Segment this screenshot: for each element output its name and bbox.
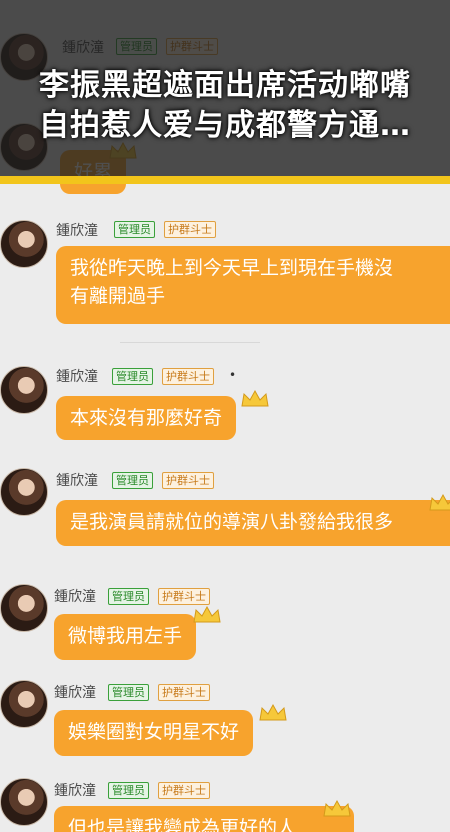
dot: •	[229, 368, 237, 382]
message-bubble: 但也是讓我變成為更好的人	[54, 806, 354, 832]
chat-screen: 鍾欣潼 管理员 护群斗士 好累 李振黑超遮面出席活动嘟嘴 自拍惹人爱与成都警方通…	[0, 0, 450, 832]
message-bubble: 是我演員請就位的導演八卦發給我很多	[56, 500, 450, 546]
avatar[interactable]	[0, 778, 48, 826]
message-text-line: 我從昨天晚上到今天早上到現在手機沒	[70, 257, 394, 279]
fan-badge: 护群斗士	[158, 588, 210, 605]
admin-badge: 管理员	[114, 221, 155, 238]
message-bubble: 我從昨天晚上到今天早上到現在手機沒 有離開過手	[56, 246, 450, 324]
headline-line-2: 自拍惹人爱与成都警方通…	[39, 108, 411, 143]
sender-name: 鍾欣潼	[56, 473, 98, 489]
message-text-line: 有離開過手	[70, 285, 166, 307]
fan-badge: 护群斗士	[158, 684, 210, 701]
fan-badge: 护群斗士	[158, 782, 210, 799]
headline-accent-bar	[0, 176, 450, 184]
message-bubble: 娛樂圈對女明星不好	[54, 710, 254, 756]
avatar[interactable]	[0, 468, 48, 516]
sender-name: 鍾欣潼	[56, 223, 98, 239]
avatar[interactable]	[0, 366, 48, 414]
divider	[120, 342, 260, 343]
sender-name: 鍾欣潼	[54, 685, 96, 701]
headline-line-1: 李振黑超遮面出席活动嘟嘴	[39, 68, 411, 103]
fan-badge: 护群斗士	[162, 368, 214, 385]
sender-name: 鍾欣潼	[54, 783, 96, 799]
crown-icon	[429, 493, 450, 511]
admin-badge: 管理员	[108, 782, 149, 799]
avatar[interactable]	[0, 584, 48, 632]
crown-icon	[323, 799, 351, 817]
admin-badge: 管理员	[108, 684, 149, 701]
admin-badge: 管理员	[112, 368, 153, 385]
fan-badge: 护群斗士	[164, 221, 216, 238]
crown-icon	[259, 703, 287, 721]
crown-icon	[241, 389, 269, 407]
admin-badge: 管理员	[112, 472, 153, 489]
message-bubble: 微博我用左手	[54, 614, 197, 660]
sender-name: 鍾欣潼	[54, 589, 96, 605]
sender-name: 鍾欣潼	[56, 369, 98, 385]
avatar[interactable]	[0, 220, 48, 268]
fan-badge: 护群斗士	[162, 472, 214, 489]
avatar[interactable]	[0, 680, 48, 728]
crown-icon	[193, 605, 221, 623]
message-bubble: 本來沒有那麼好奇	[56, 396, 237, 440]
admin-badge: 管理员	[108, 588, 149, 605]
headline-overlay: 李振黑超遮面出席活动嘟嘴 自拍惹人爱与成都警方通…	[0, 0, 450, 181]
